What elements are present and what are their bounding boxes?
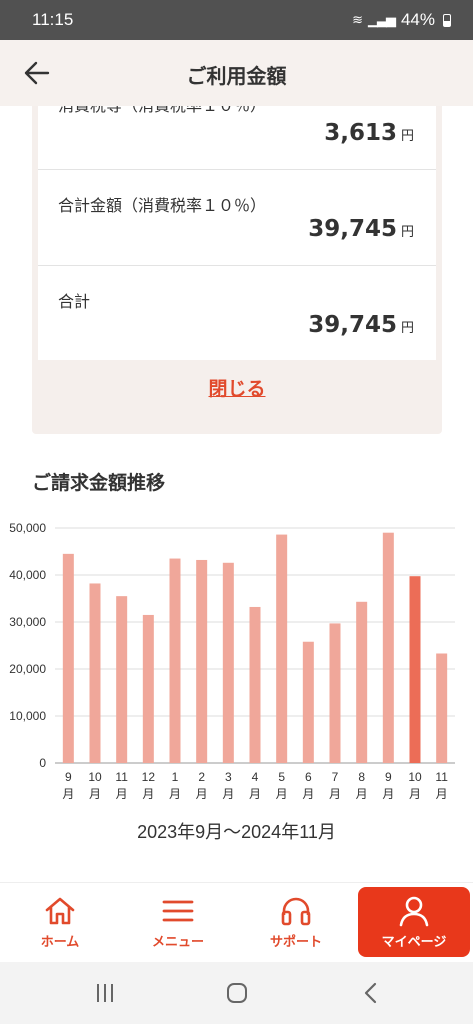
tab-label: マイページ: [381, 935, 447, 950]
x-tick-label-unit: 月: [89, 787, 101, 801]
system-back-icon[interactable]: [356, 978, 386, 1008]
chart-bar: [142, 614, 154, 763]
chart-bar: [62, 553, 74, 763]
detail-row-amount: 39,745 円: [308, 312, 414, 338]
x-tick-label: 9: [385, 770, 392, 784]
tab-label: サポート: [269, 935, 322, 950]
detail-row-amount: 3,613 円: [324, 120, 414, 146]
detail-row-label: 合計金額（消費税率１０％）: [58, 196, 267, 215]
x-tick-label-unit: 月: [356, 787, 368, 801]
close-link[interactable]: 閉じる: [32, 374, 442, 401]
x-tick-label-unit: 月: [276, 787, 288, 801]
detail-row-tax: 消費税等（消費税率１０％） 3,613円: [38, 106, 436, 170]
status-time: 11:15: [32, 10, 74, 29]
billing-history-title: ご請求金額推移: [32, 472, 166, 494]
x-tick-label: 7: [332, 770, 339, 784]
x-tick-label-unit: 月: [249, 787, 261, 801]
usage-detail-list: 消費税等（消費税率１０％） 3,613円 合計金額（消費税率１０％） 39,74…: [38, 106, 436, 360]
chart-bar: [382, 532, 394, 763]
detail-row-total-tax: 合計金額（消費税率１０％） 39,745 円: [38, 170, 436, 266]
y-tick-label: 40,000: [9, 568, 46, 582]
x-tick-label: 6: [305, 770, 312, 784]
y-tick-label: 0: [39, 756, 46, 770]
menu-icon: [162, 900, 194, 922]
x-tick-label-unit: 月: [196, 787, 208, 801]
x-tick-label-unit: 月: [169, 787, 181, 801]
y-tick-label: 50,000: [9, 521, 46, 535]
x-tick-label-unit: 月: [116, 787, 128, 801]
y-tick-label: 30,000: [9, 615, 46, 629]
billing-chart-svg: 010,00020,00030,00040,00050,0009月10月11月1…: [9, 521, 455, 801]
recent-apps-icon[interactable]: [90, 978, 120, 1008]
tab-mypage[interactable]: マイページ: [358, 887, 470, 957]
x-tick-label: 4: [252, 770, 259, 784]
chart-bar: [116, 596, 128, 763]
chart-bar: [89, 583, 101, 763]
x-tick-label: 12: [142, 770, 156, 784]
x-tick-label-unit: 月: [409, 787, 421, 801]
billing-chart: 0 10,000 20,000 30,000 40,000 50,000 9 月 10 月 11 月 1…: [0, 516, 473, 816]
tab-home[interactable]: ホーム: [4, 887, 116, 957]
x-tick-label: 1: [172, 770, 179, 784]
detail-row-amount: 39,745 円: [308, 216, 414, 242]
x-tick-label-unit: 月: [222, 787, 234, 801]
battery-icon: [443, 13, 451, 27]
user-icon: [399, 896, 429, 927]
x-tick-label: 8: [358, 770, 365, 784]
x-tick-label-unit: 月: [382, 787, 394, 801]
x-tick-label: 10: [408, 770, 422, 784]
y-tick-label: 10,000: [9, 709, 46, 723]
status-bar: 11:15 ≋ ▁▃▅ 44%: [0, 0, 473, 40]
x-tick-label: 3: [225, 770, 232, 784]
tab-label: メニュー: [151, 935, 204, 950]
chart-bar: [196, 559, 208, 763]
x-tick-label-unit: 月: [436, 787, 448, 801]
app-header: ご利用金額: [0, 40, 473, 106]
headset-icon: [281, 897, 311, 926]
period-label: 2023年9月〜2024年11月: [137, 822, 336, 842]
x-tick-label-unit: 月: [62, 787, 74, 801]
chart-bar: [169, 558, 181, 763]
chart-bar: [356, 601, 368, 763]
detail-row-label: 合計: [58, 292, 91, 311]
chart-bar: [409, 576, 421, 763]
home-icon: [45, 897, 75, 925]
chart-bar: [436, 653, 448, 763]
x-tick-label: 5: [278, 770, 285, 784]
page-title: ご利用金額: [186, 64, 287, 88]
chart-bar: [249, 606, 261, 763]
battery-percent: 44%: [400, 10, 435, 29]
status-icons: ≋ ▁▃▅ 44%: [352, 10, 451, 30]
detail-row-label: 消費税等（消費税率１０％）: [58, 106, 266, 116]
chart-bar: [329, 623, 341, 763]
x-tick-label: 11: [115, 770, 128, 784]
usage-detail-card: 消費税等（消費税率１０％） 3,613円 合計金額（消費税率１０％） 39,74…: [32, 106, 442, 434]
chart-bar: [276, 534, 288, 763]
signal-icon: ▁▃▅: [367, 12, 396, 27]
x-tick-label: 10: [88, 770, 102, 784]
main-content: 消費税等（消費税率１０％） 3,613円 合計金額（消費税率１０％） 39,74…: [0, 106, 473, 882]
x-tick-label-unit: 月: [329, 787, 341, 801]
chart-bar: [302, 641, 314, 763]
wifi-icon: ≋: [352, 12, 363, 27]
x-tick-label-unit: 月: [142, 787, 154, 801]
x-tick-label-unit: 月: [302, 787, 314, 801]
y-tick-label: 20,000: [9, 662, 46, 676]
tab-menu[interactable]: メニュー: [122, 887, 234, 957]
x-tick-label: 2: [198, 770, 205, 784]
bottom-tab-bar: ホーム メニュー サポート マイページ: [0, 882, 473, 962]
chart-bar: [222, 562, 234, 763]
detail-row-total: 合計 39,745 円: [38, 266, 436, 362]
home-button-icon[interactable]: [222, 978, 252, 1008]
x-tick-label: 9: [65, 770, 72, 784]
tab-support[interactable]: サポート: [240, 887, 352, 957]
tab-label: ホーム: [40, 935, 80, 950]
x-tick-label: 11: [435, 770, 448, 784]
system-nav-bar: [0, 962, 473, 1024]
